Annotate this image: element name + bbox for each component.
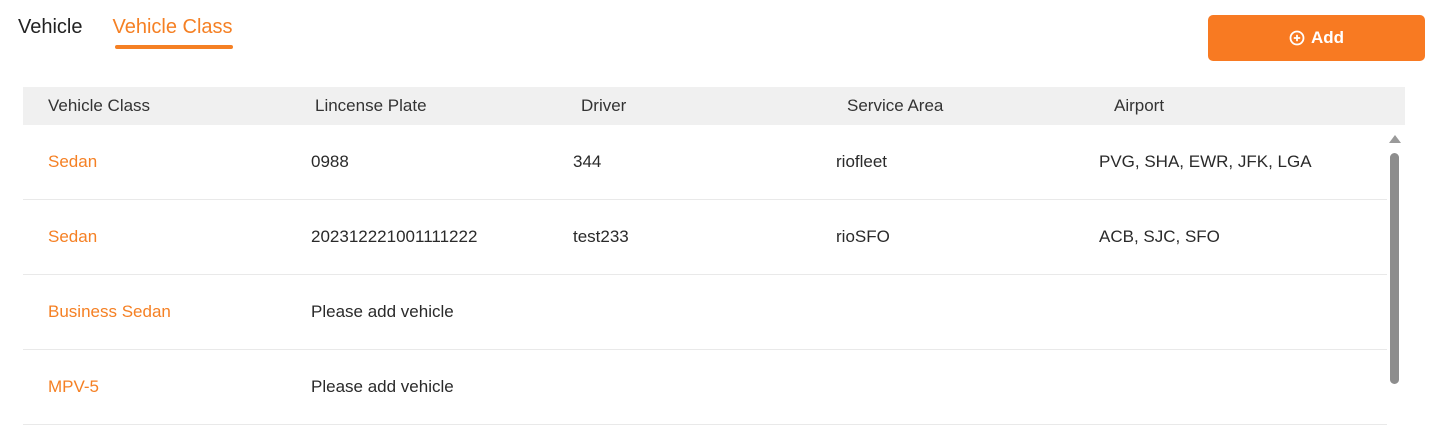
license-plate-cell: Please add vehicle (311, 302, 454, 321)
tab-vehicle-class[interactable]: Vehicle Class (113, 16, 233, 49)
header-license-plate: Lincense Plate (315, 96, 427, 115)
header-service-area: Service Area (847, 96, 944, 115)
tab-bar: Vehicle Vehicle Class (18, 16, 233, 49)
header-driver: Driver (581, 96, 627, 115)
table-row: MPV-5 Please add vehicle (23, 350, 1387, 425)
vehicle-class-link[interactable]: Sedan (48, 152, 97, 172)
license-plate-cell: Please add vehicle (311, 377, 454, 396)
add-button[interactable]: Add (1208, 15, 1425, 61)
driver-cell: 344 (573, 152, 602, 171)
license-plate-cell: 0988 (311, 152, 349, 171)
service-area-cell: rioSFO (836, 227, 890, 246)
header-airport: Airport (1114, 96, 1165, 115)
table-scrollbar[interactable] (1388, 135, 1401, 426)
airport-cell: PVG, SHA, EWR, JFK, LGA (1099, 152, 1312, 171)
airport-cell: ACB, SJC, SFO (1099, 227, 1220, 246)
vehicle-class-link[interactable]: Sedan (48, 227, 97, 247)
vehicle-class-page: Vehicle Vehicle Class Add Vehicle Class … (0, 0, 1441, 426)
scroll-up-arrow-icon[interactable] (1389, 135, 1401, 143)
driver-cell: test233 (573, 227, 629, 246)
license-plate-cell: 202312221001111222 (311, 227, 478, 246)
service-area-cell: riofleet (836, 152, 888, 171)
header-vehicle-class: Vehicle Class (48, 96, 151, 115)
vehicle-class-table: Vehicle Class Lincense Plate Driver Serv… (23, 87, 1405, 425)
add-button-label: Add (1310, 28, 1345, 47)
table-row: Business Sedan Please add vehicle (23, 275, 1387, 350)
vehicle-class-link[interactable]: Business Sedan (48, 302, 171, 322)
table-row: Sedan 0988 344 riofleet PVG, SHA, EWR, J… (23, 125, 1387, 200)
plus-circle-icon (1289, 30, 1305, 46)
scroll-thumb[interactable] (1390, 153, 1399, 384)
table-row: Sedan 202312221001111222 test233 rioSFO … (23, 200, 1387, 275)
tab-vehicle[interactable]: Vehicle (18, 16, 83, 49)
vehicle-class-link[interactable]: MPV-5 (48, 377, 99, 397)
table-body: Sedan 0988 344 riofleet PVG, SHA, EWR, J… (23, 125, 1387, 425)
table-header: Vehicle Class Lincense Plate Driver Serv… (23, 87, 1405, 125)
